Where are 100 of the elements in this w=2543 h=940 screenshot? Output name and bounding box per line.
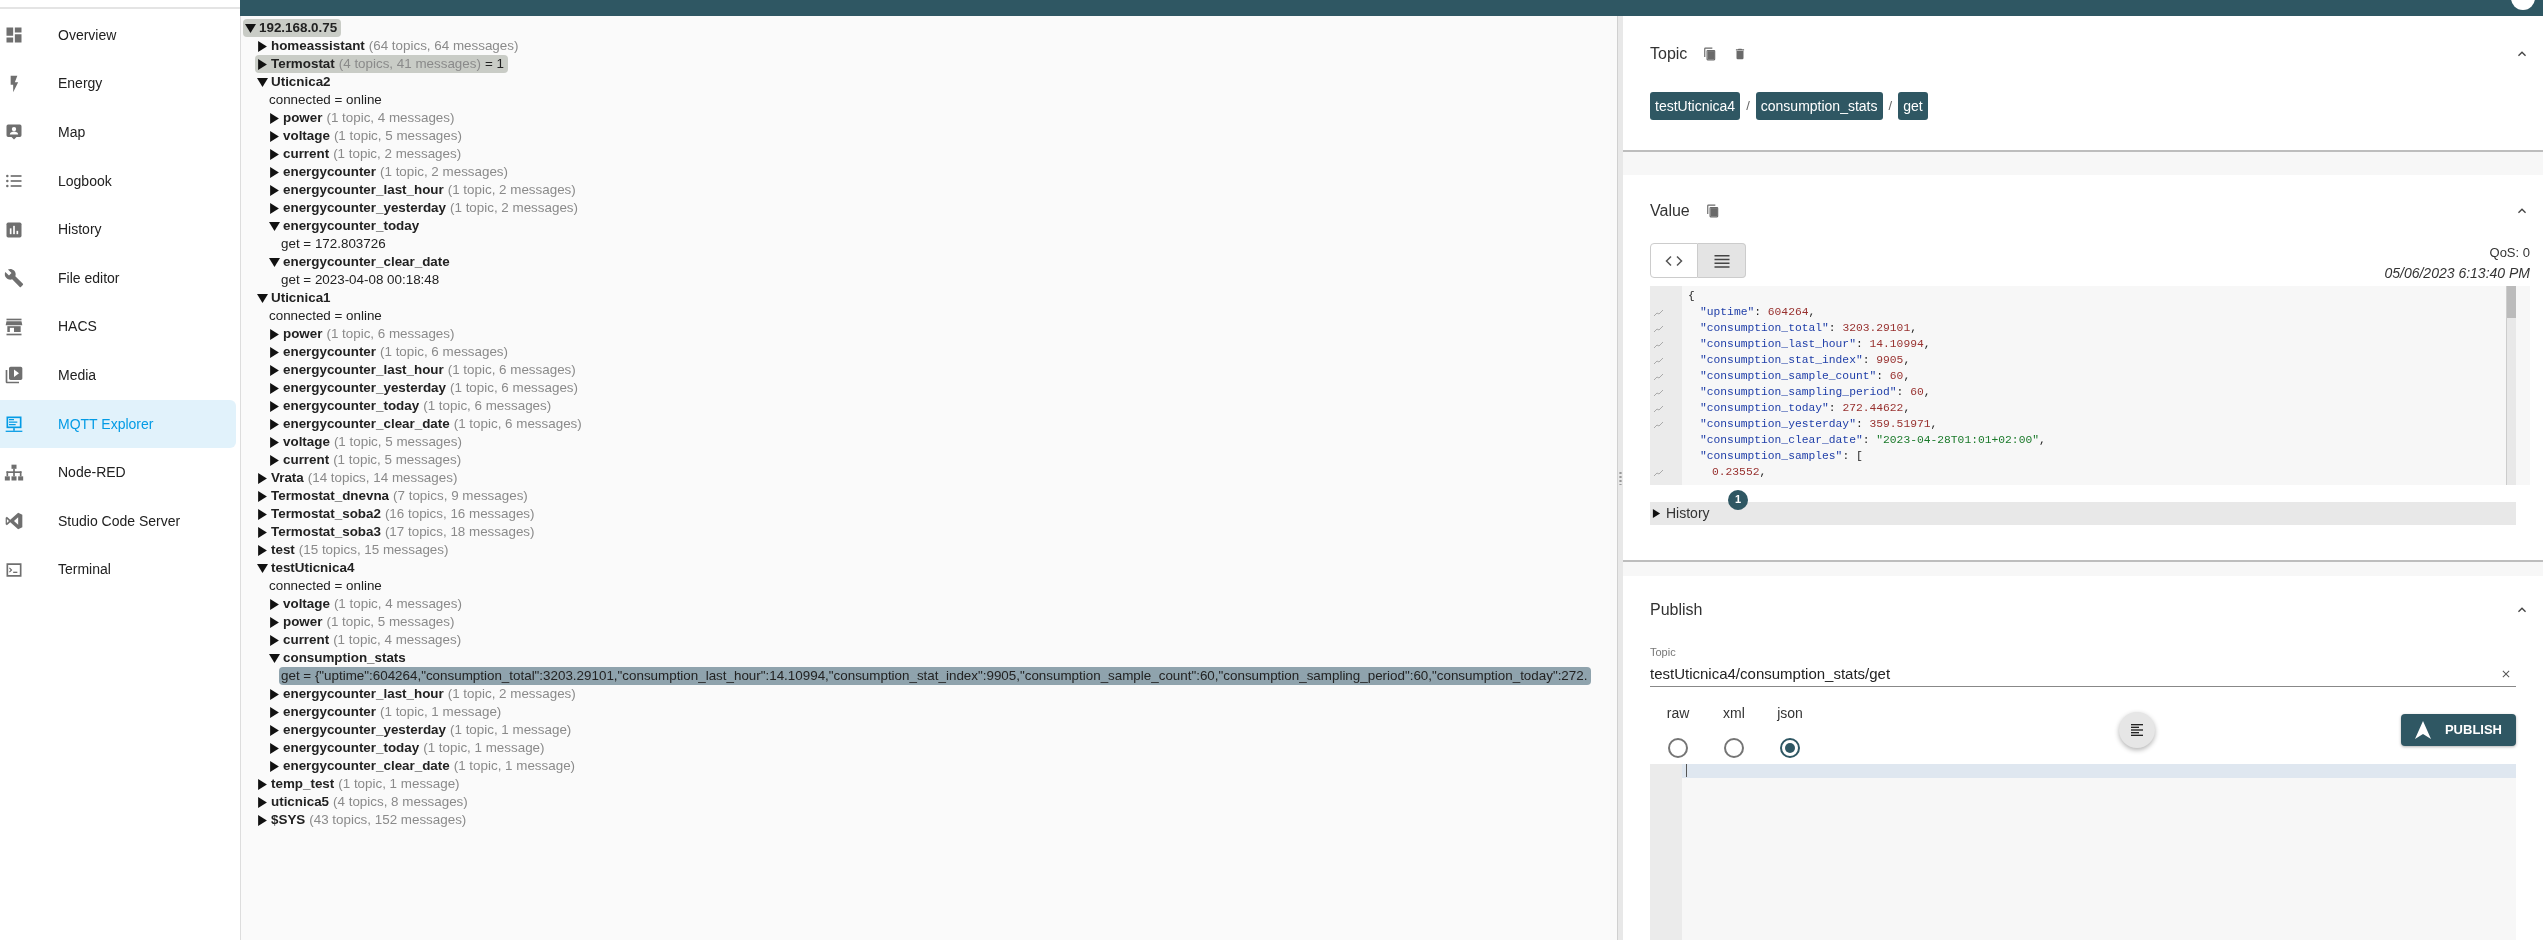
tree-node[interactable]: power (1 topic, 5 messages) [267, 613, 459, 631]
expand-caret-icon[interactable] [269, 706, 280, 718]
expand-caret-icon[interactable] [269, 148, 280, 160]
tree-node[interactable]: $SYS (43 topics, 152 messages) [255, 811, 471, 829]
collapse-caret-icon[interactable] [257, 292, 268, 304]
expand-caret-icon[interactable] [269, 112, 280, 124]
expand-caret-icon[interactable] [269, 724, 280, 736]
tree-node[interactable]: uticnica5 (4 topics, 8 messages) [255, 793, 472, 811]
sidebar-item[interactable]: File editor [0, 253, 236, 303]
tree-node[interactable]: energycounter_clear_date (1 topic, 6 messages) [267, 415, 586, 433]
copy-icon[interactable] [1703, 46, 1718, 62]
sidebar-item[interactable]: Overview [0, 11, 236, 60]
sidebar-item[interactable]: Media [0, 351, 236, 400]
tree-node[interactable]: energycounter_clear_date (1 topic, 1 message) [267, 757, 580, 775]
tree-node[interactable]: voltage (1 topic, 5 messages) [267, 433, 466, 451]
expand-caret-icon[interactable] [257, 796, 268, 808]
expand-caret-icon[interactable] [269, 346, 280, 358]
collapse-caret-icon[interactable] [257, 76, 268, 88]
collapse-caret-icon[interactable] [269, 256, 280, 268]
tree-node[interactable]: Uticnica1 [255, 289, 335, 307]
expand-caret-icon[interactable] [269, 688, 280, 700]
topic-input[interactable]: testUticnica4/consumption_stats/get [1650, 660, 2516, 687]
splitter-handle[interactable] [1617, 16, 1623, 940]
expand-caret-icon[interactable] [269, 328, 280, 340]
sidebar-item[interactable]: Node-RED [0, 448, 236, 497]
tree-node[interactable]: 192.168.0.75 [243, 19, 342, 37]
expand-caret-icon[interactable] [269, 364, 280, 376]
tree-node[interactable]: energycounter_today (1 topic, 6 messages) [267, 397, 556, 415]
topic-chip[interactable]: get [1898, 92, 1928, 120]
expand-caret-icon[interactable] [269, 382, 280, 394]
tree-node[interactable]: voltage (1 topic, 5 messages) [267, 127, 466, 145]
tree-value[interactable]: connected = online [267, 91, 386, 109]
tree-node[interactable]: test (15 topics, 15 messages) [255, 541, 453, 559]
tree-node[interactable]: power (1 topic, 6 messages) [267, 325, 459, 343]
expand-caret-icon[interactable] [257, 778, 268, 790]
expand-caret-icon[interactable] [269, 130, 280, 142]
expand-caret-icon[interactable] [257, 40, 268, 52]
tree-node[interactable]: energycounter_last_hour (1 topic, 2 messages) [267, 181, 580, 199]
tree-node[interactable]: homeassistant (64 topics, 64 messages) [255, 37, 523, 55]
expand-caret-icon[interactable] [269, 616, 280, 628]
tree-node[interactable]: energycounter (1 topic, 1 message) [267, 703, 506, 721]
tree-value[interactable]: get = {"uptime":604264,"consumption_total":3203.29101,"consumption_last_hour":14.10994,"consumption_stat_index":9905,"consumption_sample_count":60,"consumption_sampling_period":60,"consumption_today":272. [279, 667, 1592, 685]
expand-caret-icon[interactable] [257, 814, 268, 826]
format-button[interactable] [2119, 712, 2156, 748]
expand-caret-icon[interactable] [257, 526, 268, 538]
radio-button[interactable] [1780, 737, 1800, 758]
tree-node[interactable]: voltage (1 topic, 4 messages) [267, 595, 466, 613]
tree-node[interactable]: current (1 topic, 5 messages) [267, 451, 466, 469]
tree-node[interactable]: Termostat (4 topics, 41 messages) = 1 [255, 55, 508, 73]
tree-node[interactable]: testUticnica4 [255, 559, 359, 577]
expand-caret-icon[interactable] [257, 508, 268, 520]
collapse-caret-icon[interactable] [269, 652, 280, 664]
expand-caret-icon[interactable] [257, 472, 268, 484]
tree-node[interactable]: energycounter (1 topic, 2 messages) [267, 163, 513, 181]
collapse-caret-icon[interactable] [269, 220, 280, 232]
tree-node[interactable]: Termostat_soba3 (17 topics, 18 messages) [255, 523, 539, 541]
expand-caret-icon[interactable] [269, 184, 280, 196]
tree-node[interactable]: energycounter_last_hour (1 topic, 6 messages) [267, 361, 580, 379]
topic-chip[interactable]: consumption_stats [1755, 92, 1883, 120]
tree-node[interactable]: current (1 topic, 2 messages) [267, 145, 466, 163]
expand-caret-icon[interactable] [257, 58, 268, 70]
view-toggle-button[interactable] [1650, 243, 1698, 278]
tree-node[interactable]: energycounter_yesterday (1 topic, 6 messages) [267, 379, 582, 397]
topic-chip[interactable]: testUticnica4 [1650, 92, 1741, 120]
collapse-caret-icon[interactable] [257, 562, 268, 574]
collapse-caret-icon[interactable] [245, 22, 256, 34]
sidebar-item[interactable]: HACS [0, 302, 236, 352]
expand-caret-icon[interactable] [269, 742, 280, 754]
radio-button[interactable] [1668, 737, 1688, 758]
expand-caret-icon[interactable] [269, 166, 280, 178]
tree-value[interactable]: connected = online [267, 307, 386, 325]
expand-caret-icon[interactable] [269, 400, 280, 412]
sidebar-item[interactable]: Map [0, 108, 236, 157]
expand-caret-icon[interactable] [269, 436, 280, 448]
sidebar-item[interactable]: History [0, 205, 236, 254]
tree-node[interactable]: energycounter_today (1 topic, 1 message) [267, 739, 549, 757]
expand-caret-icon[interactable] [269, 634, 280, 646]
publish-button[interactable]: PUBLISH [2400, 714, 2516, 746]
tree-node[interactable]: Termostat_soba2 (16 topics, 16 messages) [255, 505, 539, 523]
sidebar-item[interactable]: Energy [0, 59, 236, 109]
tree-value[interactable]: get = 2023-04-08 00:18:48 [279, 271, 444, 289]
copy-icon[interactable] [1705, 203, 1720, 219]
tree-node[interactable]: Termostat_dnevna (7 topics, 9 messages) [255, 487, 532, 505]
scrollbar[interactable] [2506, 285, 2516, 485]
expand-caret-icon[interactable] [269, 760, 280, 772]
expand-caret-icon[interactable] [269, 598, 280, 610]
sidebar-item[interactable]: Terminal [0, 545, 236, 595]
tree-node[interactable]: Uticnica2 [255, 73, 335, 91]
sidebar-item[interactable]: Studio Code Server [0, 496, 236, 546]
tree-node[interactable]: temp_test (1 topic, 1 message) [255, 775, 464, 793]
tree-node[interactable]: energycounter_yesterday (1 topic, 1 message) [267, 721, 576, 739]
expand-caret-icon[interactable] [257, 490, 268, 502]
tree-node[interactable]: energycounter (1 topic, 6 messages) [267, 343, 513, 361]
tree-node[interactable]: energycounter_yesterday (1 topic, 2 messages) [267, 199, 582, 217]
expand-caret-icon[interactable] [257, 544, 268, 556]
tree-node[interactable]: power (1 topic, 4 messages) [267, 109, 459, 127]
expand-caret-icon[interactable] [269, 202, 280, 214]
tree-node[interactable]: Vrata (14 topics, 14 messages) [255, 469, 462, 487]
tree-value[interactable]: get = 172.803726 [279, 235, 390, 253]
radio-button[interactable] [1724, 737, 1744, 758]
